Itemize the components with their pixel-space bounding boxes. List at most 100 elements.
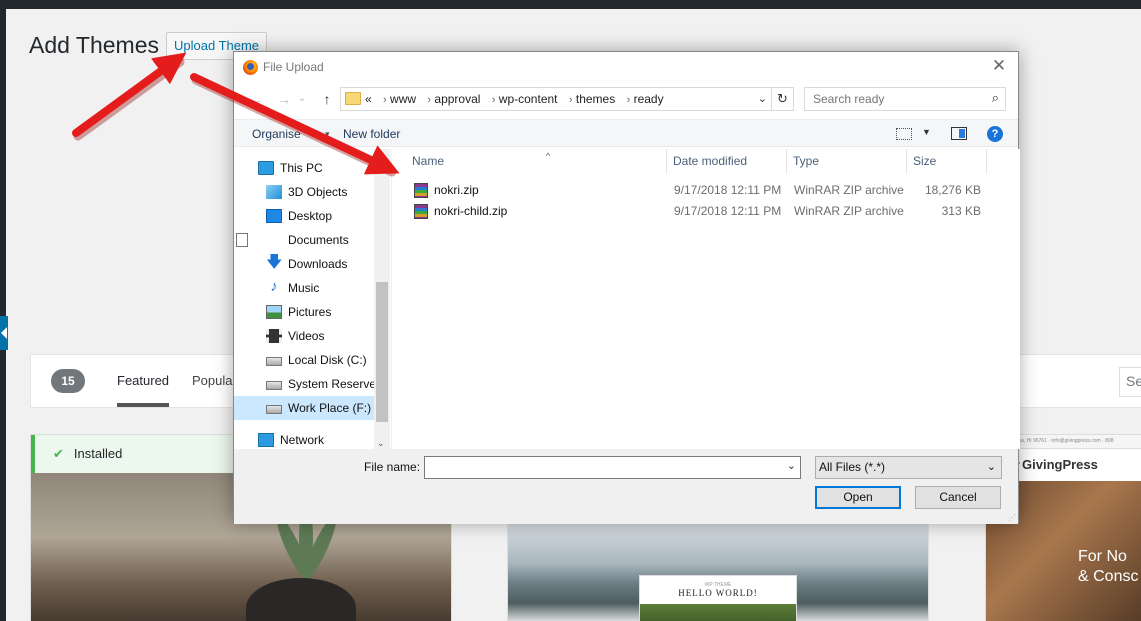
sort-ascending-icon: ^ xyxy=(546,151,551,161)
file-row-nokri[interactable]: nokri.zip 9/17/2018 12:11 PM WinRAR ZIP … xyxy=(392,180,1021,201)
firefox-icon xyxy=(243,60,258,75)
preview-photo xyxy=(640,604,796,621)
help-icon[interactable]: ? xyxy=(987,126,1003,142)
sidebar-item-this-pc[interactable]: This PC xyxy=(234,156,374,180)
sidebar-item-network[interactable]: Network xyxy=(234,428,374,449)
breadcrumb-approval[interactable]: approval xyxy=(434,92,480,106)
sidebar-item-3d-objects[interactable]: 3D Objects xyxy=(234,180,374,204)
recent-locations-chevron-icon[interactable]: ⌄ xyxy=(292,86,312,112)
page-title: Add Themes xyxy=(29,32,159,58)
hero-line-1: For No xyxy=(1078,548,1127,565)
download-icon: 🡇 xyxy=(266,254,283,271)
breadcrumb-ready[interactable]: ready xyxy=(634,92,664,106)
sidebar-item-downloads[interactable]: 🡇 Downloads xyxy=(234,252,374,276)
breadcrumb-www[interactable]: www xyxy=(390,92,416,106)
navigation-scrollbar[interactable]: ⌄ xyxy=(374,149,390,449)
arrow-shadow xyxy=(73,57,185,141)
breadcrumb-separator: › xyxy=(568,94,573,106)
sidebar-item-label: Pictures xyxy=(288,305,332,319)
sidebar-item-documents[interactable]: Documents xyxy=(234,228,374,252)
videos-icon xyxy=(266,329,282,343)
file-name-input[interactable] xyxy=(424,456,801,479)
chevron-down-icon[interactable]: ⌄ xyxy=(758,88,767,110)
column-header-date[interactable]: Date modified xyxy=(667,149,787,174)
wp-admin-sidebar xyxy=(0,9,6,621)
view-dropdown-icon[interactable]: ▼ xyxy=(922,127,931,137)
organise-dropdown-icon[interactable]: ▾ xyxy=(325,120,330,148)
tab-popular[interactable]: Popular xyxy=(192,355,237,407)
back-arrow-icon[interactable]: ← xyxy=(246,86,266,112)
file-date: 9/17/2018 12:11 PM xyxy=(674,204,782,218)
close-button[interactable]: ✕ xyxy=(990,56,1008,76)
file-date: 9/17/2018 12:11 PM xyxy=(674,183,782,197)
sidebar-item-label: Videos xyxy=(288,329,325,343)
breadcrumb-separator: › xyxy=(383,94,387,106)
preview-pane-icon[interactable] xyxy=(951,127,967,140)
search-box[interactable]: ⌕ xyxy=(804,87,1006,111)
command-bar: Organise ▾ New folder ▼ ? xyxy=(234,119,1018,147)
dialog-title: File Upload xyxy=(263,60,324,74)
resize-grip-icon[interactable]: ⋰ xyxy=(1008,513,1016,522)
sidebar-item-label: Network xyxy=(280,433,325,447)
open-button[interactable]: Open xyxy=(815,486,901,509)
file-type: WinRAR ZIP archive xyxy=(794,204,904,218)
file-type-select[interactable]: All Files (*.*) ⌄ xyxy=(815,456,1002,479)
collapse-menu-tab[interactable] xyxy=(0,316,8,350)
file-row-nokri-child[interactable]: nokri-child.zip 9/17/2018 12:11 PM WinRA… xyxy=(392,201,1021,222)
sidebar-item-label: Downloads xyxy=(288,257,348,271)
column-header-name[interactable]: Name ^ xyxy=(406,149,667,174)
breadcrumb-overflow[interactable]: « xyxy=(365,92,372,106)
search-themes-input[interactable]: Se xyxy=(1119,367,1141,397)
address-bar[interactable]: « › www › approval › wp-content › themes… xyxy=(340,87,772,111)
scrollbar-thumb[interactable] xyxy=(376,282,388,422)
sidebar-item-label: Work Place (F:) xyxy=(288,401,372,415)
givingpress-hero-text: For No & Consc xyxy=(1078,547,1138,587)
breadcrumb-wp-content[interactable]: wp-content xyxy=(499,92,558,106)
dialog-footer: File name: ⌄ All Files (*.*) ⌄ Open Canc… xyxy=(234,449,1018,524)
sidebar-item-label: Desktop xyxy=(288,209,333,223)
search-input[interactable] xyxy=(805,88,981,110)
file-size: 18,276 KB xyxy=(924,183,981,197)
column-header-size[interactable]: Size xyxy=(907,149,987,174)
checkmark-icon: ✔ xyxy=(53,446,64,461)
sidebar-item-music[interactable]: ♪ Music xyxy=(234,276,374,300)
sidebar-item-label: 3D Objects xyxy=(288,185,348,199)
sidebar-item-label: Documents xyxy=(288,233,349,247)
hero-line-2: & Consc xyxy=(1078,568,1139,585)
sidebar-item-pictures[interactable]: Pictures xyxy=(234,300,374,324)
sidebar-item-system-reserved[interactable]: System Reserved xyxy=(234,372,383,396)
file-type: WinRAR ZIP archive xyxy=(794,183,904,197)
new-folder-button[interactable]: New folder xyxy=(343,120,400,148)
arrow-to-upload-theme xyxy=(72,52,187,137)
scroll-down-icon[interactable]: ⌄ xyxy=(377,438,385,449)
breadcrumb-separator: › xyxy=(427,94,432,106)
file-name-label: File name: xyxy=(364,460,421,474)
breadcrumb-themes[interactable]: themes xyxy=(576,92,615,106)
tab-featured[interactable]: Featured xyxy=(117,355,170,407)
givingpress-logo: GivingPress xyxy=(1022,457,1098,472)
sidebar-item-desktop[interactable]: Desktop xyxy=(234,204,374,228)
column-header-type[interactable]: Type xyxy=(787,149,907,174)
disk-icon xyxy=(266,381,282,390)
network-icon xyxy=(258,433,274,447)
winrar-archive-icon xyxy=(414,204,428,219)
search-icon: ⌕ xyxy=(991,90,999,105)
cancel-button[interactable]: Cancel xyxy=(915,486,1001,509)
forward-arrow-icon[interactable]: → xyxy=(274,86,294,112)
file-name: nokri-child.zip xyxy=(434,204,508,218)
pictures-icon xyxy=(266,305,282,319)
file-size: 313 KB xyxy=(941,204,981,218)
sidebar-item-work-place[interactable]: Work Place (F:) xyxy=(234,396,374,420)
dialog-titlebar[interactable]: File Upload ✕ xyxy=(234,52,1018,82)
refresh-icon[interactable]: ↻ xyxy=(772,87,794,111)
breadcrumb: « › www › approval › wp-content › themes… xyxy=(365,88,664,110)
pc-icon xyxy=(258,161,274,175)
music-icon: ♪ xyxy=(270,278,278,295)
winrar-archive-icon xyxy=(414,183,428,198)
organise-button[interactable]: Organise xyxy=(252,120,301,148)
sidebar-item-local-disk[interactable]: Local Disk (C:) xyxy=(234,348,374,372)
view-options-icon[interactable] xyxy=(896,128,912,140)
sidebar-item-videos[interactable]: Videos xyxy=(234,324,374,348)
up-arrow-icon[interactable]: ↑ xyxy=(317,86,337,112)
hello-world-preview: WP THEME HELLO WORLD! xyxy=(639,575,797,621)
